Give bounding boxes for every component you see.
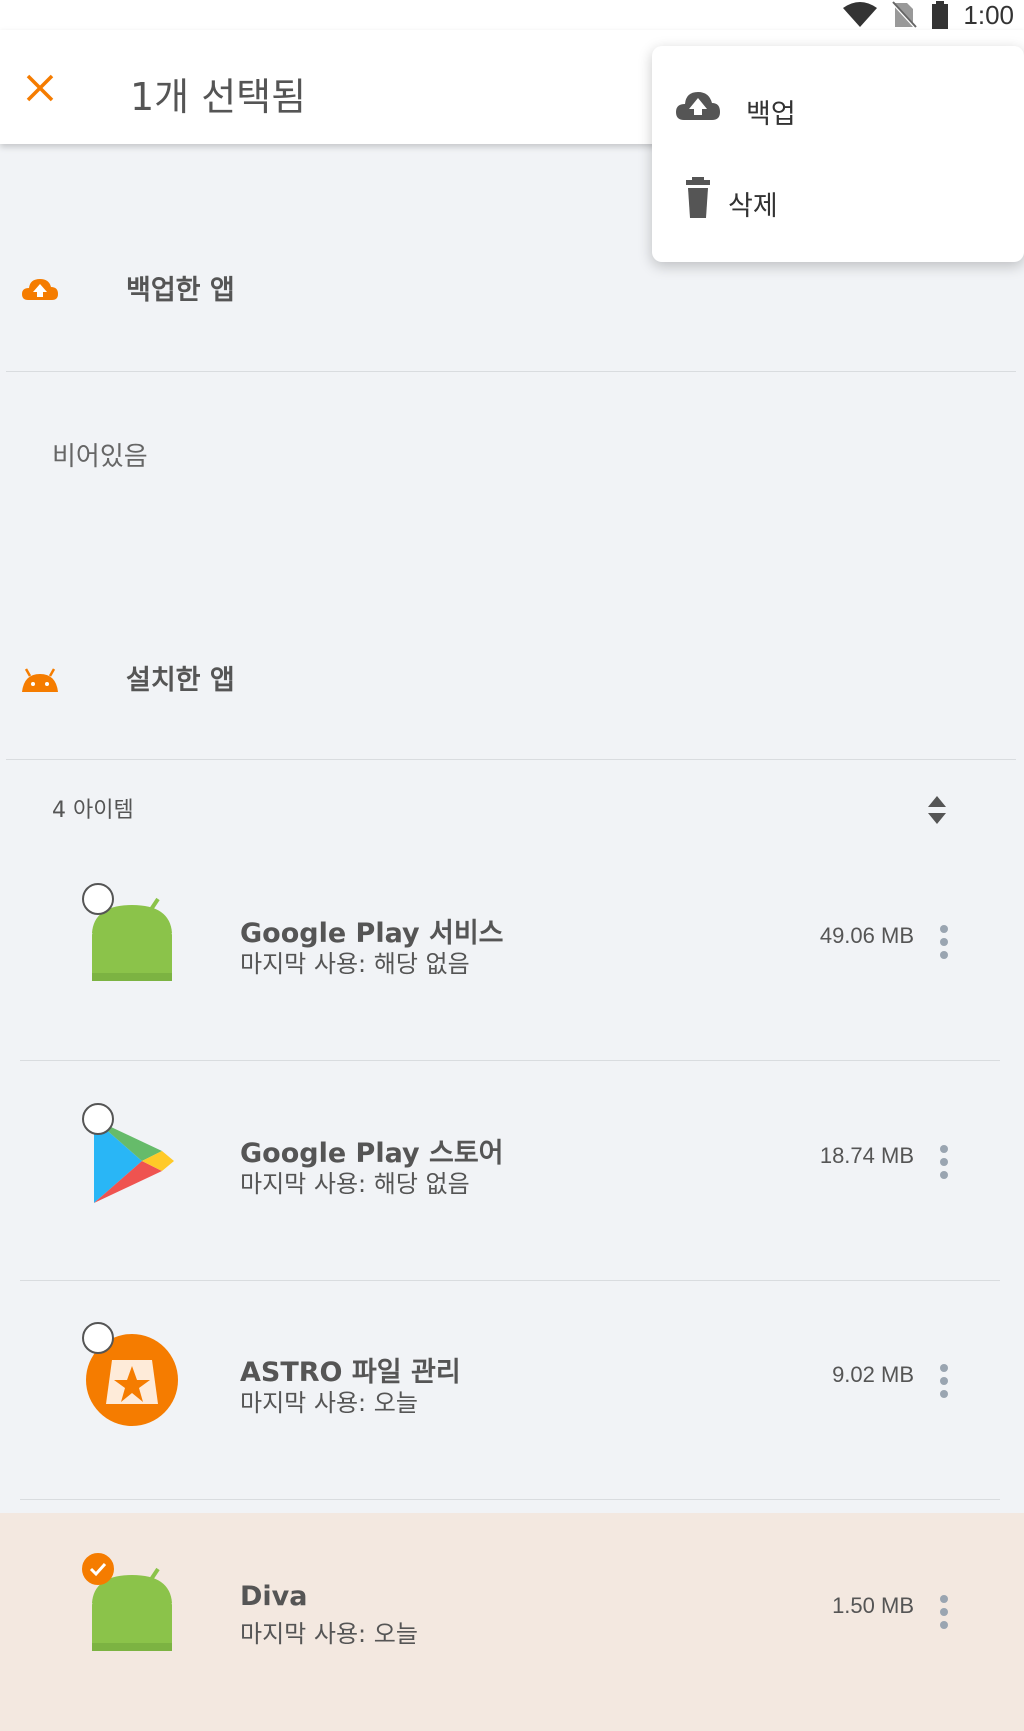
more-vert-icon[interactable]	[930, 1141, 958, 1183]
status-time: 1:00	[963, 0, 1014, 30]
backed-up-apps-header: 백업한 앱	[0, 250, 1024, 330]
installed-apps-header: 설치한 앱	[0, 640, 1024, 720]
item-count-label: 4 아이템	[52, 798, 134, 823]
cloud-upload-icon	[676, 92, 720, 120]
divider	[20, 1060, 1000, 1061]
app-list-item[interactable]: Google Play 스토어 마지막 사용: 해당 없음 18.74 MB	[0, 1063, 1024, 1281]
more-vert-icon[interactable]	[930, 1360, 958, 1402]
divider	[20, 1499, 1000, 1500]
item-count-row: 4 아이템	[0, 786, 1024, 836]
menu-item-delete[interactable]: 삭제	[652, 154, 1024, 244]
app-last-used: 마지막 사용: 해당 없음	[240, 1170, 470, 1198]
empty-state-text: 비어있음	[52, 442, 148, 472]
app-last-used: 마지막 사용: 해당 없음	[240, 950, 470, 978]
app-last-used: 마지막 사용: 오늘	[240, 1389, 418, 1417]
app-size: 18.74 MB	[819, 1143, 914, 1168]
divider	[6, 371, 1016, 372]
divider	[20, 1280, 1000, 1281]
menu-item-backup[interactable]: 백업	[652, 62, 1024, 152]
app-list-item-selected[interactable]: Diva 마지막 사용: 오늘 1.50 MB	[0, 1513, 1024, 1731]
trash-icon	[686, 177, 710, 218]
backed-up-apps-label: 백업한 앱	[126, 275, 235, 306]
app-last-used: 마지막 사용: 오늘	[240, 1620, 418, 1648]
divider	[6, 759, 1016, 760]
app-size: 9.02 MB	[832, 1362, 914, 1387]
close-icon[interactable]	[20, 68, 60, 108]
select-checkbox[interactable]	[82, 883, 114, 915]
menu-item-label: 백업	[746, 99, 796, 130]
cloud-upload-icon	[22, 279, 58, 300]
select-checkbox[interactable]	[82, 1103, 114, 1135]
app-size: 1.50 MB	[832, 1593, 914, 1618]
status-bar: 1:00	[0, 0, 1024, 30]
no-sim-icon	[891, 1, 918, 29]
app-name: Diva	[240, 1581, 308, 1612]
select-checkbox-checked[interactable]	[82, 1553, 114, 1585]
more-vert-icon[interactable]	[930, 1591, 958, 1633]
selection-count-title: 1개 선택됨	[130, 75, 307, 119]
battery-icon	[932, 1, 949, 29]
menu-item-label: 삭제	[728, 191, 778, 222]
sort-icon[interactable]	[922, 792, 952, 828]
wifi-icon	[843, 2, 878, 27]
app-size: 49.06 MB	[819, 923, 914, 948]
more-vert-icon[interactable]	[930, 921, 958, 963]
select-checkbox[interactable]	[82, 1322, 114, 1354]
android-icon	[22, 668, 58, 692]
installed-apps-label: 설치한 앱	[126, 665, 235, 696]
app-list-item[interactable]: ASTRO 파일 관리 마지막 사용: 오늘 9.02 MB	[0, 1282, 1024, 1500]
overflow-menu: 백업 삭제	[652, 46, 1024, 262]
check-icon	[89, 1562, 107, 1577]
app-list-item[interactable]: Google Play 서비스 마지막 사용: 해당 없음 49.06 MB	[0, 843, 1024, 1061]
